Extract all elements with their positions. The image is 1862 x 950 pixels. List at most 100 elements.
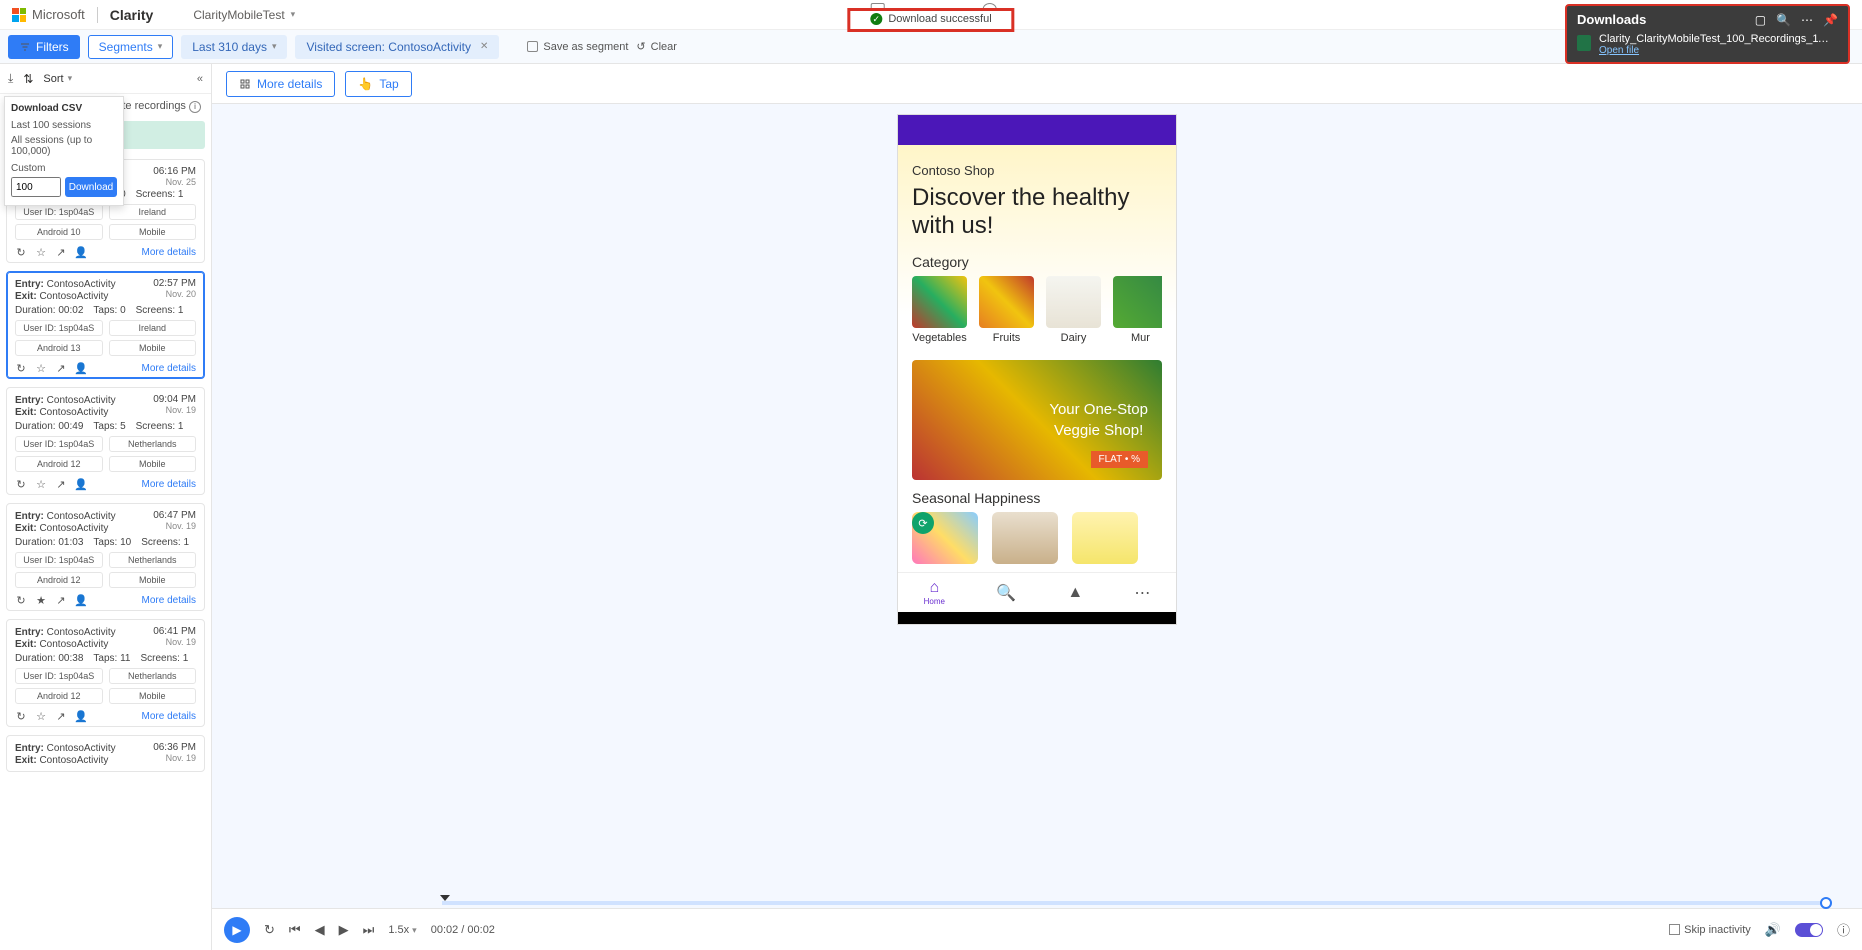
playback-speed[interactable]: 1.5x ▾	[388, 924, 416, 936]
category-item[interactable]: Mur	[1113, 276, 1162, 344]
user-icon[interactable]: 👤	[75, 710, 87, 722]
country-tag: Ireland	[109, 320, 197, 336]
prev-frame-icon[interactable]: ◀	[315, 922, 325, 938]
step-back-icon[interactable]: ⏮	[289, 922, 301, 938]
open-file-link[interactable]: Open file	[1599, 45, 1829, 56]
more-details-link[interactable]: More details	[142, 711, 196, 722]
recording-card[interactable]: Entry: ContosoActivityExit: ContosoActiv…	[6, 735, 205, 772]
share-icon[interactable]: ↗	[55, 710, 67, 722]
star-icon[interactable]: ☆	[35, 478, 47, 490]
device-tag: Mobile	[109, 340, 197, 356]
toggle-switch[interactable]	[1795, 923, 1823, 937]
shop-name: Contoso Shop	[912, 163, 1162, 178]
csv-custom-input[interactable]	[11, 177, 61, 197]
header-divider	[97, 7, 98, 23]
star-icon[interactable]: ★	[35, 594, 47, 606]
more-details-link[interactable]: More details	[142, 363, 196, 374]
replay-icon[interactable]: ↻	[15, 362, 27, 374]
info-icon[interactable]: i	[189, 101, 201, 113]
share-icon[interactable]: ↗	[55, 246, 67, 258]
timeline-track[interactable]	[442, 901, 1832, 905]
undo-icon: ↺	[636, 40, 645, 53]
pin-icon[interactable]: 📌	[1823, 13, 1838, 27]
remove-pill-icon[interactable]: ✕	[480, 41, 488, 52]
info-icon[interactable]: ⓘ	[1837, 920, 1850, 939]
csv-custom-label: Custom	[11, 163, 117, 174]
download-icon[interactable]: ⤓	[8, 71, 13, 86]
nav-more-icon[interactable]: ⋯	[1134, 583, 1150, 603]
more-details-link[interactable]: More details	[142, 595, 196, 606]
user-icon[interactable]: 👤	[75, 362, 87, 374]
search-icon[interactable]: 🔍	[1776, 13, 1791, 27]
download-csv-popup[interactable]: Download CSV Last 100 sessions All sessi…	[4, 96, 124, 206]
device-tag: Mobile	[109, 688, 197, 704]
more-details-link[interactable]: More details	[142, 247, 196, 258]
more-icon[interactable]: ⋯	[1801, 13, 1813, 27]
replay-icon[interactable]: ↻	[15, 478, 27, 490]
next-frame-icon[interactable]: ▶	[339, 922, 349, 938]
promo-banner[interactable]: Your One-StopVeggie Shop! FLAT • %	[912, 360, 1162, 480]
timeline-knob[interactable]	[1820, 897, 1832, 909]
replay-icon[interactable]: ↻	[264, 922, 275, 938]
sort-button[interactable]: Sort ▾	[43, 73, 72, 85]
nav-home[interactable]: ⌂Home	[924, 579, 945, 606]
player-toolbar: More details 👆 Tap	[212, 64, 1862, 104]
share-icon[interactable]: ↗	[55, 478, 67, 490]
replay-icon[interactable]: ↻	[15, 710, 27, 722]
category-item[interactable]: Vegetables	[912, 276, 967, 344]
download-item[interactable]: Clarity_ClarityMobileTest_100_Recordings…	[1577, 33, 1838, 56]
segments-button[interactable]: Segments ▾	[88, 35, 174, 59]
seasonal-thumb[interactable]	[1072, 512, 1138, 564]
recording-card[interactable]: Entry: ContosoActivityExit: ContosoActiv…	[6, 387, 205, 495]
folder-icon[interactable]: ▢	[1755, 13, 1766, 27]
chevron-down-icon: ▾	[158, 41, 163, 52]
chevron-down-icon: ▾	[68, 73, 73, 84]
recording-card[interactable]: Entry: ContosoActivityExit: ContosoActiv…	[6, 503, 205, 611]
date-range-pill[interactable]: Last 310 days ▾	[181, 35, 287, 59]
more-details-link[interactable]: More details	[142, 479, 196, 490]
replay-icon[interactable]: ↻	[15, 246, 27, 258]
user-icon[interactable]: 👤	[75, 246, 87, 258]
collapse-sidebar-icon[interactable]: «	[197, 73, 203, 85]
tap-button[interactable]: 👆 Tap	[345, 71, 411, 97]
visited-screen-pill[interactable]: Visited screen: ContosoActivity ✕	[295, 35, 499, 59]
star-icon[interactable]: ☆	[35, 246, 47, 258]
refresh-icon[interactable]: ⟳	[912, 512, 934, 534]
category-item[interactable]: Fruits	[979, 276, 1034, 344]
csv-opt-last100[interactable]: Last 100 sessions	[11, 118, 117, 133]
recordings-list[interactable]: 06:16 PMNov. 25Duration: 00:25Taps: 0Scr…	[0, 155, 211, 950]
recording-card[interactable]: Entry: ContosoActivityExit: ContosoActiv…	[6, 619, 205, 727]
step-forward-icon[interactable]: ⏭	[363, 922, 375, 938]
filters-button[interactable]: Filters	[8, 35, 80, 59]
user-icon[interactable]: 👤	[75, 478, 87, 490]
volume-icon[interactable]: 🔊	[1765, 922, 1781, 938]
sort-icon[interactable]: ⇅	[23, 72, 33, 86]
project-selector[interactable]: ClarityMobileTest ▾	[193, 8, 295, 22]
device-tag: Mobile	[109, 224, 197, 240]
playback-time: 00:02 / 00:02	[431, 924, 495, 936]
more-details-button[interactable]: More details	[226, 71, 335, 97]
share-icon[interactable]: ↗	[55, 362, 67, 374]
clear-filters-button[interactable]: ↺ Clear	[636, 40, 677, 53]
nav-categories-icon[interactable]: ▲	[1067, 584, 1083, 602]
csv-opt-all[interactable]: All sessions (up to 100,000)	[11, 133, 117, 159]
phone-statusbar	[898, 115, 1176, 145]
recording-card[interactable]: Entry: ContosoActivityExit: ContosoActiv…	[6, 271, 205, 379]
seasonal-thumb[interactable]	[992, 512, 1058, 564]
play-button[interactable]: ▶	[224, 917, 250, 943]
replay-icon[interactable]: ↻	[15, 594, 27, 606]
user-icon[interactable]: 👤	[75, 594, 87, 606]
save-segment-button[interactable]: Save as segment	[527, 41, 628, 53]
browser-downloads-panel[interactable]: Downloads ▢ 🔍 ⋯ 📌 Clarity_ClarityMobileT…	[1565, 4, 1850, 64]
user-tag: User ID: 1sp04aS	[15, 204, 103, 220]
project-name: ClarityMobileTest	[193, 8, 284, 22]
category-item[interactable]: Dairy	[1046, 276, 1101, 344]
skip-inactivity-toggle[interactable]: Skip inactivity	[1669, 924, 1751, 936]
star-icon[interactable]: ☆	[35, 362, 47, 374]
star-icon[interactable]: ☆	[35, 710, 47, 722]
csv-download-button[interactable]: Download	[65, 177, 117, 197]
download-success-toast: ✓ Download successful	[847, 8, 1014, 32]
nav-search-icon[interactable]: 🔍	[996, 583, 1016, 603]
share-icon[interactable]: ↗	[55, 594, 67, 606]
vegetables-thumb	[912, 276, 967, 328]
